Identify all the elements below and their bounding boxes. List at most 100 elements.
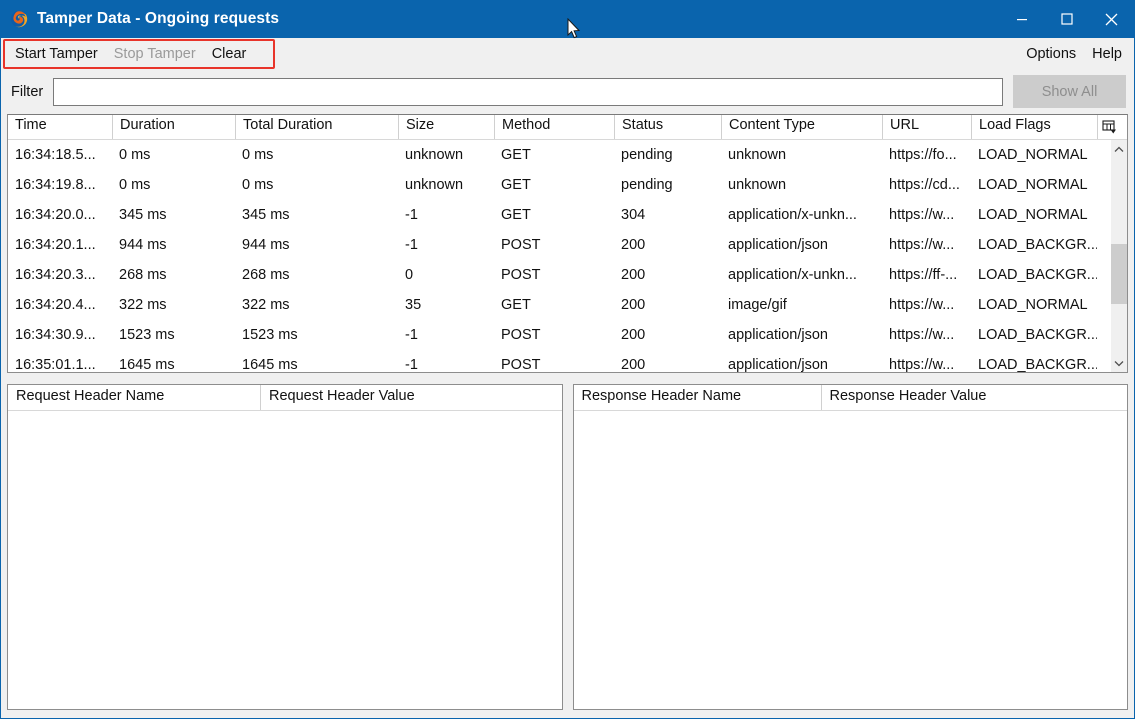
- filter-input[interactable]: [53, 77, 1003, 106]
- cell-url: https://cd...: [889, 177, 960, 193]
- table-row[interactable]: 16:34:30.9... 1523 ms 1523 ms -1 POST 20…: [8, 320, 1110, 350]
- menu-start-tamper[interactable]: Start Tamper: [7, 43, 106, 65]
- show-all-button[interactable]: Show All: [1013, 75, 1126, 108]
- table-row[interactable]: 16:34:18.5... 0 ms 0 ms unknown GET pend…: [8, 140, 1110, 170]
- filter-label: Filter: [11, 83, 44, 100]
- cell-duration: 322 ms: [119, 297, 167, 313]
- column-header-duration[interactable]: Duration: [112, 115, 235, 139]
- cell-size: -1: [405, 357, 418, 372]
- cell-time: 16:34:20.0...: [15, 207, 96, 223]
- column-header-status[interactable]: Status: [614, 115, 721, 139]
- cell-url: https://ff-...: [889, 267, 958, 283]
- table-row[interactable]: 16:35:01.1... 1645 ms 1645 ms -1 POST 20…: [8, 350, 1110, 372]
- table-row[interactable]: 16:34:19.8... 0 ms 0 ms unknown GET pend…: [8, 170, 1110, 200]
- requests-table-scrollbar[interactable]: [1110, 140, 1127, 372]
- cell-total-duration: 345 ms: [242, 207, 290, 223]
- cell-method: GET: [501, 147, 531, 163]
- column-header-size[interactable]: Size: [398, 115, 494, 139]
- column-header-total-duration[interactable]: Total Duration: [235, 115, 398, 139]
- cell-url: https://fo...: [889, 147, 957, 163]
- cell-total-duration: 268 ms: [242, 267, 290, 283]
- response-headers-panel: Response Header Name Response Header Val…: [572, 384, 1128, 710]
- cell-time: 16:34:18.5...: [15, 147, 96, 163]
- cell-total-duration: 944 ms: [242, 237, 290, 253]
- column-chooser-button[interactable]: [1097, 115, 1120, 139]
- cell-method: GET: [501, 207, 531, 223]
- scroll-up-button[interactable]: [1111, 140, 1127, 158]
- request-headers-list[interactable]: [8, 411, 562, 709]
- cell-load-flags: LOAD_BACKGR...: [978, 237, 1097, 253]
- requests-row-list: 16:34:18.5... 0 ms 0 ms unknown GET pend…: [8, 140, 1110, 372]
- response-headers-header: Response Header Name Response Header Val…: [573, 385, 1128, 411]
- column-header-request-header-name[interactable]: Request Header Name: [8, 385, 260, 410]
- chevron-up-icon: [1114, 146, 1124, 152]
- column-header-time[interactable]: Time: [8, 115, 112, 139]
- cell-size: -1: [405, 207, 418, 223]
- cell-time: 16:34:20.3...: [15, 267, 96, 283]
- headers-panels: Request Header Name Request Header Value…: [7, 384, 1128, 710]
- request-headers-panel: Request Header Name Request Header Value: [7, 384, 563, 710]
- minimize-button[interactable]: [999, 0, 1044, 38]
- cell-size: unknown: [405, 177, 464, 193]
- window-bottom-edge: [1, 715, 1134, 718]
- cell-method: POST: [501, 357, 541, 372]
- close-button[interactable]: [1089, 0, 1134, 38]
- cell-content-type: image/gif: [728, 297, 787, 313]
- title-bar[interactable]: Tamper Data - Ongoing requests: [1, 0, 1134, 38]
- cell-load-flags: LOAD_BACKGR...: [978, 267, 1097, 283]
- cell-method: POST: [501, 327, 541, 343]
- close-icon: [1105, 13, 1118, 25]
- cell-time: 16:34:30.9...: [15, 327, 96, 343]
- cell-load-flags: LOAD_BACKGR...: [978, 327, 1097, 343]
- column-chooser-icon: [1101, 119, 1116, 133]
- cell-content-type: application/json: [728, 327, 828, 343]
- requests-table-header: Time Duration Total Duration Size Method…: [8, 115, 1127, 140]
- cell-status: 200: [621, 357, 646, 372]
- firefox-icon: [10, 10, 28, 28]
- column-header-method[interactable]: Method: [494, 115, 614, 139]
- column-header-content-type[interactable]: Content Type: [721, 115, 882, 139]
- menu-clear[interactable]: Clear: [204, 43, 255, 65]
- column-header-request-header-value[interactable]: Request Header Value: [260, 385, 562, 410]
- table-row[interactable]: 16:34:20.1... 944 ms 944 ms -1 POST 200 …: [8, 230, 1110, 260]
- cell-content-type: unknown: [728, 147, 787, 163]
- cell-load-flags: LOAD_BACKGR...: [978, 357, 1097, 372]
- cell-total-duration: 322 ms: [242, 297, 290, 313]
- cell-load-flags: LOAD_NORMAL: [978, 147, 1088, 163]
- cell-url: https://w...: [889, 237, 955, 253]
- cell-size: -1: [405, 237, 418, 253]
- cell-status: 200: [621, 237, 646, 253]
- requests-table-body: 16:34:18.5... 0 ms 0 ms unknown GET pend…: [8, 140, 1127, 372]
- cell-time: 16:34:20.4...: [15, 297, 96, 313]
- menu-options[interactable]: Options: [1018, 43, 1084, 65]
- maximize-button[interactable]: [1044, 0, 1089, 38]
- cell-content-type: application/x-unkn...: [728, 207, 857, 223]
- column-header-response-header-value[interactable]: Response Header Value: [820, 385, 1128, 410]
- table-row[interactable]: 16:34:20.3... 268 ms 268 ms 0 POST 200 a…: [8, 260, 1110, 290]
- cell-status: 200: [621, 327, 646, 343]
- menu-help[interactable]: Help: [1084, 43, 1130, 65]
- column-header-response-header-name[interactable]: Response Header Name: [574, 385, 821, 410]
- cell-method: POST: [501, 237, 541, 253]
- cell-total-duration: 1645 ms: [242, 357, 298, 372]
- cell-load-flags: LOAD_NORMAL: [978, 207, 1088, 223]
- column-header-url[interactable]: URL: [882, 115, 971, 139]
- cell-time: 16:34:19.8...: [15, 177, 96, 193]
- cell-content-type: application/json: [728, 237, 828, 253]
- scrollbar-thumb[interactable]: [1111, 244, 1127, 305]
- scroll-down-button[interactable]: [1111, 354, 1127, 372]
- menu-right-group: Options Help: [1018, 43, 1130, 65]
- window-controls: [999, 0, 1134, 38]
- table-row[interactable]: 16:34:20.0... 345 ms 345 ms -1 GET 304 a…: [8, 200, 1110, 230]
- table-row[interactable]: 16:34:20.4... 322 ms 322 ms 35 GET 200 i…: [8, 290, 1110, 320]
- cell-content-type: application/x-unkn...: [728, 267, 857, 283]
- cell-total-duration: 0 ms: [242, 147, 274, 163]
- cell-status: 200: [621, 297, 646, 313]
- column-header-load-flags[interactable]: Load Flags: [971, 115, 1097, 139]
- cell-duration: 1523 ms: [119, 327, 175, 343]
- cell-duration: 0 ms: [119, 177, 151, 193]
- cell-status: pending: [621, 147, 673, 163]
- scrollbar-track[interactable]: [1111, 158, 1127, 354]
- response-headers-list[interactable]: [573, 411, 1127, 709]
- cell-url: https://w...: [889, 207, 955, 223]
